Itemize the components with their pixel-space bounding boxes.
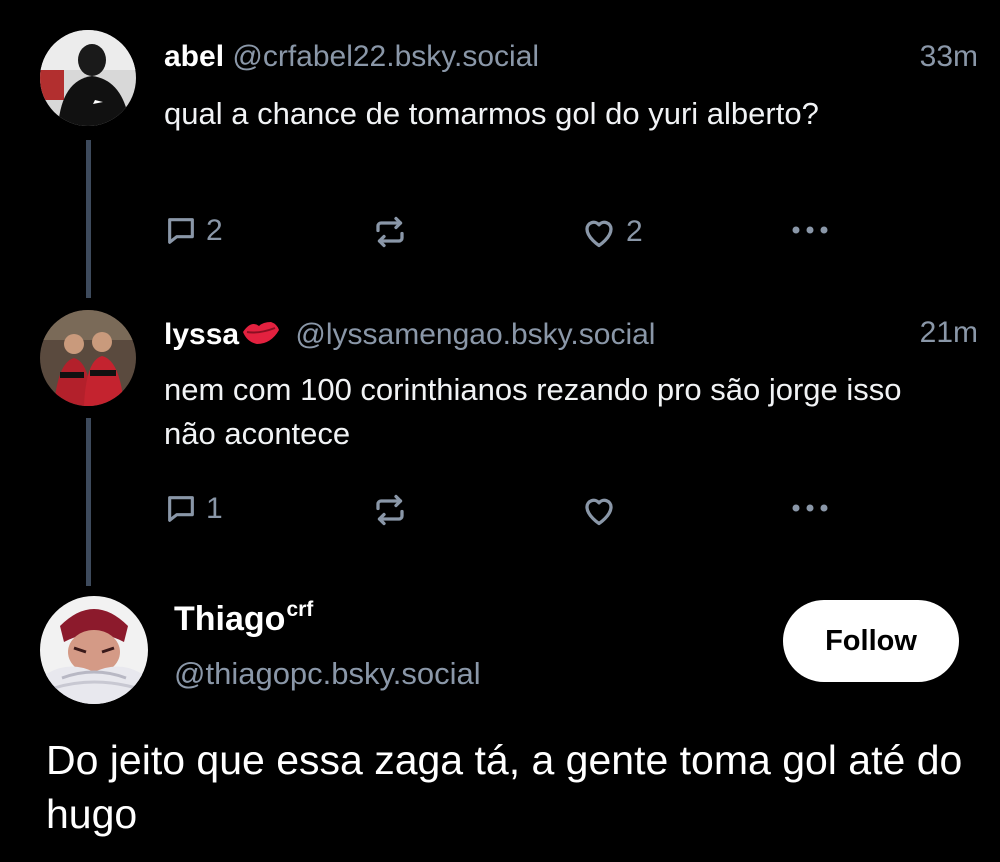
repost-button[interactable] — [372, 492, 408, 528]
reply-icon — [168, 218, 194, 244]
user-handle[interactable]: @crfabel22.bsky.social — [232, 40, 539, 73]
more-icon — [792, 226, 828, 234]
like-icon — [585, 220, 613, 248]
user-handle[interactable]: @lyssamengao.bsky.social — [295, 318, 655, 351]
main-post-text: Do jeito que essa zaga tá, a gente toma … — [46, 737, 963, 837]
name-superscript: crf — [286, 598, 314, 621]
post-lyssa[interactable]: lyssa @lyssamengao.bsky.social 21m nem c… — [0, 316, 1000, 546]
like-button[interactable] — [580, 492, 626, 528]
repost-icon — [376, 216, 404, 248]
reply-button[interactable]: 1 — [164, 492, 223, 526]
post-timestamp[interactable]: 21m — [920, 316, 978, 350]
post-actions: 1 — [164, 492, 844, 532]
main-display-name[interactable]: Thiagocrf — [174, 598, 314, 639]
follow-button[interactable]: Follow — [783, 600, 959, 682]
reply-count: 2 — [206, 214, 223, 247]
post-author-row: abel @crfabel22.bsky.social — [164, 40, 539, 74]
repost-button[interactable] — [372, 214, 408, 250]
post-text: qual a chance de tomarmos gol do yuri al… — [164, 96, 819, 131]
post-actions: 2 2 — [164, 214, 844, 254]
reply-icon — [168, 496, 194, 522]
display-name: Thiago — [174, 600, 286, 638]
avatar-thiago[interactable] — [40, 596, 148, 704]
post-text: nem com 100 corinthianos rezando pro são… — [164, 372, 902, 451]
like-icon — [585, 498, 613, 526]
post-abel[interactable]: abel @crfabel22.bsky.social 33m qual a c… — [0, 40, 1000, 270]
post-timestamp[interactable]: 33m — [920, 40, 978, 74]
reply-button[interactable]: 2 — [164, 214, 223, 248]
more-icon — [792, 504, 828, 512]
main-user-handle[interactable]: @thiagopc.bsky.social — [174, 656, 481, 692]
lips-icon — [243, 322, 280, 344]
like-button[interactable]: 2 — [580, 214, 643, 250]
like-count: 2 — [626, 215, 643, 248]
repost-icon — [376, 494, 404, 526]
more-options-button[interactable] — [788, 498, 832, 518]
display-name[interactable]: lyssa — [164, 318, 239, 351]
more-options-button[interactable] — [788, 220, 832, 240]
post-author-row: lyssa @lyssamengao.bsky.social — [164, 316, 655, 352]
display-name[interactable]: abel — [164, 40, 224, 73]
reply-count: 1 — [206, 492, 223, 525]
